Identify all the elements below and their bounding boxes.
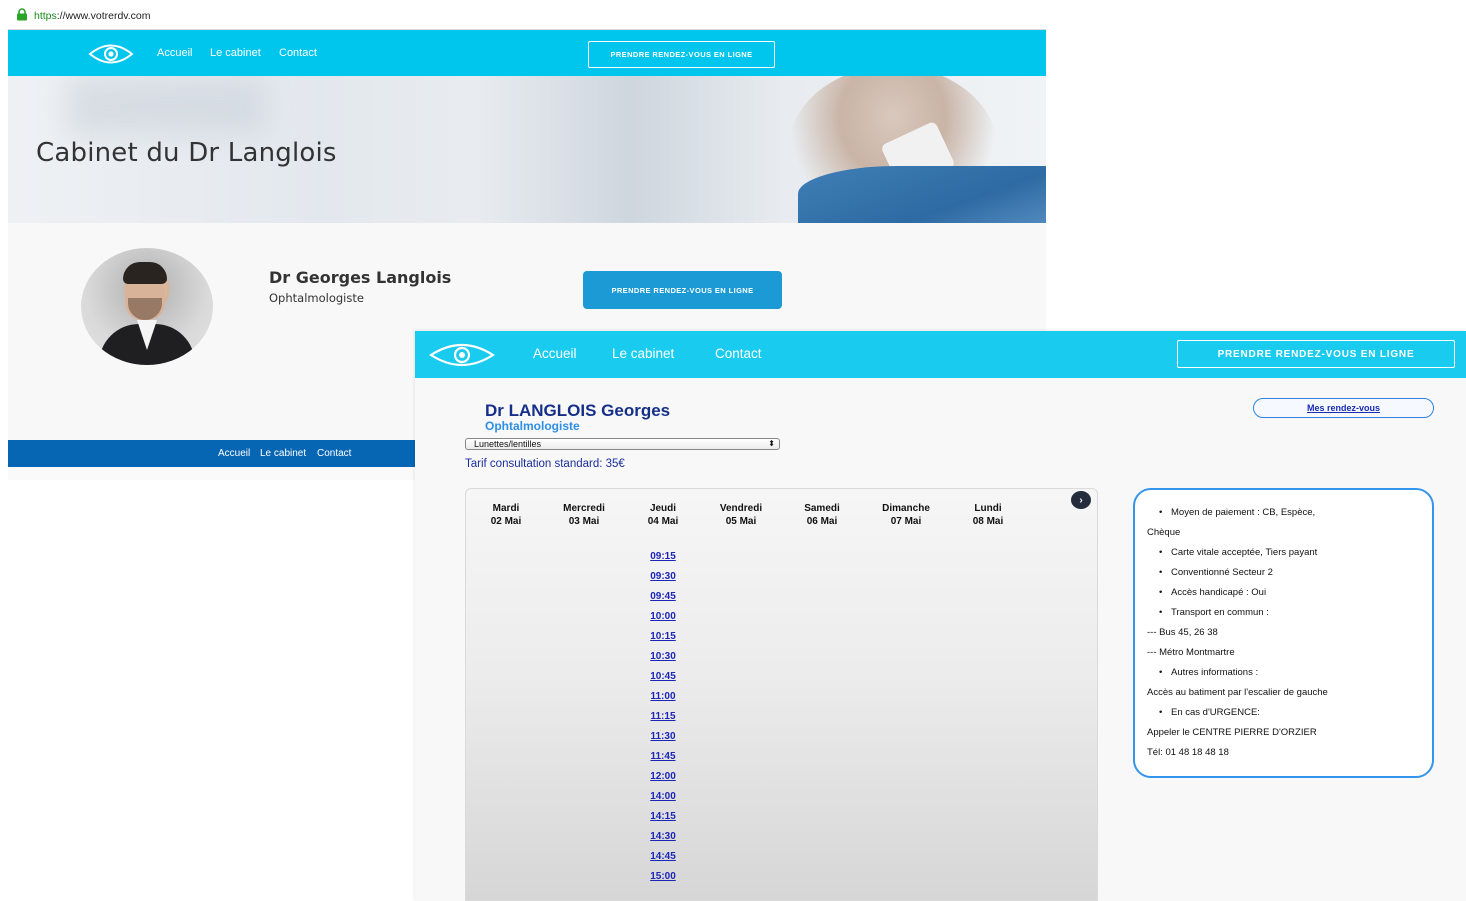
day-name: Mardi xyxy=(492,503,520,514)
info-line: Chèque xyxy=(1147,527,1181,538)
motif-selected-value: Lunettes/lentilles xyxy=(474,439,542,449)
time-slot-link[interactable]: 09:45 xyxy=(623,591,703,602)
day-date: 07 Mai xyxy=(890,516,922,527)
eye-logo-icon[interactable] xyxy=(88,43,134,65)
info-line: Autres informations : xyxy=(1159,666,1432,686)
time-slot-link[interactable]: 10:00 xyxy=(623,611,703,622)
day-date: 08 Mai xyxy=(972,516,1004,527)
day-header: Samedi 06 Mai xyxy=(782,502,862,528)
day-header: Lundi 08 Mai xyxy=(948,502,1028,528)
motif-select[interactable]: Lunettes/lentilles ⬍ xyxy=(465,438,780,450)
select-arrows-icon: ⬍ xyxy=(768,439,775,448)
time-slot-link[interactable]: 11:30 xyxy=(623,731,703,742)
time-slot-link[interactable]: 11:00 xyxy=(623,691,703,702)
day-name: Vendredi xyxy=(719,503,763,514)
booking-navbar: Accueil Le cabinet Contact PRENDRE RENDE… xyxy=(415,331,1466,378)
time-slot-link[interactable]: 14:30 xyxy=(623,831,703,842)
time-slot-link[interactable]: 14:00 xyxy=(623,791,703,802)
hero-background xyxy=(68,76,268,136)
book-online-button[interactable]: PRENDRE RENDEZ-VOUS EN LIGNE xyxy=(583,271,782,309)
doctor-specialty: Ophtalmologiste xyxy=(269,291,364,305)
nav-accueil[interactable]: Accueil xyxy=(157,47,192,59)
info-line: --- Bus 45, 26 38 xyxy=(1147,627,1218,638)
day-name: Mercredi xyxy=(563,503,605,514)
info-line: --- Métro Montmartre xyxy=(1147,647,1235,658)
tarif-text: Tarif consultation standard: 35€ xyxy=(465,458,625,470)
day-header: Jeudi 04 Mai xyxy=(623,502,703,528)
url-scheme: https xyxy=(34,10,57,22)
booking-nav-le-cabinet[interactable]: Le cabinet xyxy=(612,346,674,361)
info-line: Accès au batiment par l'escalier de gauc… xyxy=(1147,687,1328,698)
day-name: Lundi xyxy=(974,503,1002,514)
footer-contact[interactable]: Contact xyxy=(317,448,351,459)
time-slot-link[interactable]: 09:15 xyxy=(623,551,703,562)
day-date: 05 Mai xyxy=(725,516,757,527)
chevron-right-icon[interactable]: › xyxy=(1071,491,1091,509)
footer-le-cabinet[interactable]: Le cabinet xyxy=(260,448,306,459)
eye-logo-icon[interactable] xyxy=(428,343,496,367)
day-header: Mardi 02 Mai xyxy=(466,502,546,528)
day-date: 04 Mai xyxy=(647,516,679,527)
address-bar[interactable]: https://www.votrerdv.com xyxy=(8,0,1046,30)
site-navbar: Accueil Le cabinet Contact PRENDRE RENDE… xyxy=(8,30,1046,76)
hero-banner: Cabinet du Dr Langlois xyxy=(8,76,1046,223)
url-text[interactable]: https://www.votrerdv.com xyxy=(34,10,151,22)
booking-nav-contact[interactable]: Contact xyxy=(715,346,762,361)
time-slot-link[interactable]: 10:30 xyxy=(623,651,703,662)
booking-window: Accueil Le cabinet Contact PRENDRE RENDE… xyxy=(415,331,1466,901)
nav-contact[interactable]: Contact xyxy=(279,47,317,59)
avatar xyxy=(81,248,213,365)
page-title: Cabinet du Dr Langlois xyxy=(36,138,337,168)
day-date: 06 Mai xyxy=(806,516,838,527)
time-slot-link[interactable]: 11:15 xyxy=(623,711,703,722)
info-line: Appeler le CENTRE PIERRE D'ORZIER xyxy=(1147,727,1317,738)
availability-calendar: › Mardi 02 Mai Mercredi 03 Mai Jeudi 04 Mai Ve… xyxy=(465,488,1098,901)
time-slot-link[interactable]: 11:45 xyxy=(623,751,703,762)
booking-nav-accueil[interactable]: Accueil xyxy=(533,346,577,361)
practice-info-box: Moyen de paiement : CB, Espèce,Chèque Car… xyxy=(1133,488,1434,778)
info-line: Carte vitale acceptée, Tiers payant xyxy=(1159,546,1432,566)
time-slot-link[interactable]: 10:45 xyxy=(623,671,703,682)
time-slot-link[interactable]: 14:45 xyxy=(623,851,703,862)
time-slot-link[interactable]: 10:15 xyxy=(623,631,703,642)
lock-icon xyxy=(17,8,27,21)
info-line: En cas d'URGENCE: xyxy=(1159,706,1432,726)
day-header: Dimanche 07 Mai xyxy=(866,502,946,528)
hero-scrubs xyxy=(798,166,1046,223)
day-name: Jeudi xyxy=(649,503,677,514)
nav-book-online-button[interactable]: PRENDRE RENDEZ-VOUS EN LIGNE xyxy=(588,41,775,68)
info-line: Moyen de paiement : CB, Espèce, xyxy=(1159,506,1432,526)
info-line: Transport en commun : xyxy=(1159,606,1432,626)
day-name: Dimanche xyxy=(882,503,930,514)
info-line: Conventionné Secteur 2 xyxy=(1159,566,1432,586)
booking-doctor-specialty: Ophtalmologiste xyxy=(485,419,580,433)
my-appointments-button[interactable]: Mes rendez-vous xyxy=(1253,398,1434,418)
time-slot-link[interactable]: 09:30 xyxy=(623,571,703,582)
doctor-name: Dr Georges Langlois xyxy=(269,268,452,287)
day-date: 02 Mai xyxy=(490,516,522,527)
booking-doctor-name: Dr LANGLOIS Georges xyxy=(485,401,671,420)
day-date: 03 Mai xyxy=(568,516,600,527)
booking-book-online-button[interactable]: PRENDRE RENDEZ-VOUS EN LIGNE xyxy=(1177,340,1455,368)
day-header: Vendredi 05 Mai xyxy=(701,502,781,528)
footer-accueil[interactable]: Accueil xyxy=(218,448,250,459)
time-slot-link[interactable]: 15:00 xyxy=(623,871,703,882)
day-name: Samedi xyxy=(804,503,840,514)
time-slot-link[interactable]: 14:15 xyxy=(623,811,703,822)
nav-le-cabinet[interactable]: Le cabinet xyxy=(210,47,261,59)
info-line: Tél: 01 48 18 48 18 xyxy=(1147,747,1229,758)
info-line: Accès handicapé : Oui xyxy=(1159,586,1432,606)
time-slot-link[interactable]: 12:00 xyxy=(623,771,703,782)
day-header: Mercredi 03 Mai xyxy=(544,502,624,528)
url-host: ://www.votrerdv.com xyxy=(56,10,151,22)
